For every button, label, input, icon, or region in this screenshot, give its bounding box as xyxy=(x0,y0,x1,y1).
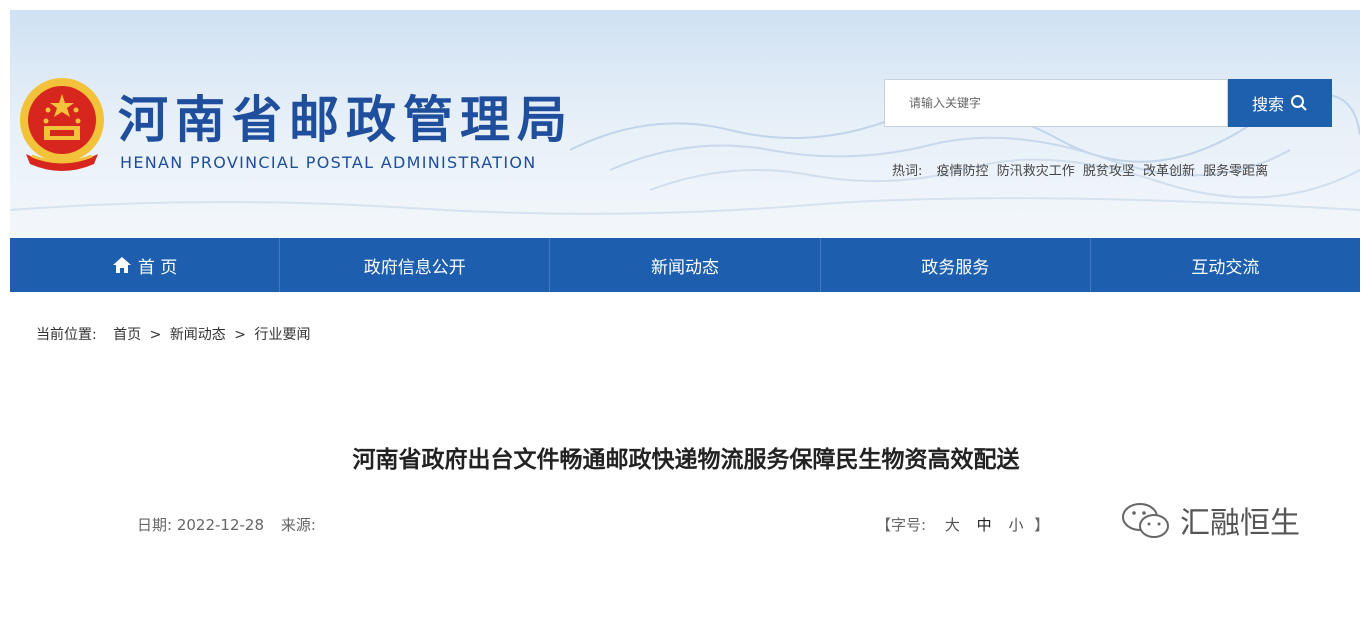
article-title: 河南省政府出台文件畅通邮政快递物流服务保障民生物资高效配送 xyxy=(352,447,1020,473)
source-label: 来源: xyxy=(280,516,316,534)
search-input[interactable] xyxy=(885,80,1227,126)
font-size-large[interactable]: 大 xyxy=(945,516,960,534)
breadcrumb: 当前位置: 首页 > 新闻动态 > 行业要闻 xyxy=(36,324,314,344)
watermark: 汇融恒生 xyxy=(1118,498,1300,542)
home-icon xyxy=(112,257,131,273)
font-size-open: 【字号: xyxy=(876,516,927,534)
search-button[interactable]: 搜索 xyxy=(1228,79,1332,127)
hotword-link[interactable]: 疫情防控 xyxy=(937,164,989,179)
nav-item-gov-info[interactable]: 政府信息公开 xyxy=(280,238,551,292)
wechat-icon xyxy=(1122,503,1169,538)
font-size-close: 】 xyxy=(1034,516,1050,534)
hotword-link[interactable]: 服务零距离 xyxy=(1203,164,1268,179)
site-title: 河南省邮政管理局 xyxy=(118,90,574,149)
hotword-link[interactable]: 改革创新 xyxy=(1143,164,1195,179)
article-meta: 日期: 2022-12-28 来源: xyxy=(137,514,316,535)
nav-item-home[interactable]: 首 页 xyxy=(10,238,281,292)
breadcrumb-prefix: 当前位置: xyxy=(36,327,97,343)
national-emblem-icon xyxy=(16,76,108,176)
nav-item-label: 政务服务 xyxy=(921,257,990,278)
nav-item-label: 政府信息公开 xyxy=(363,257,466,278)
font-size-control: 【字号: 大 中 小 】 xyxy=(876,514,1049,535)
font-size-small[interactable]: 小 xyxy=(1008,516,1023,534)
font-size-medium[interactable]: 中 xyxy=(977,516,992,534)
search-icon xyxy=(1291,95,1307,111)
search-button-label: 搜索 xyxy=(1251,95,1284,114)
site-header: 河南省邮政管理局 HENAN PROVINCIAL POSTAL ADMINIS… xyxy=(10,10,1360,238)
breadcrumb-separator: > xyxy=(149,327,162,343)
nav-item-label: 首 页 xyxy=(137,257,178,278)
main-nav: 首 页 政府信息公开 新闻动态 政务服务 互动交流 xyxy=(10,238,1360,292)
hotwords-label: 热词: xyxy=(892,164,923,179)
nav-item-label: 新闻动态 xyxy=(651,257,719,278)
nav-item-news[interactable]: 新闻动态 xyxy=(550,238,821,292)
hotword-link[interactable]: 防汛救灾工作 xyxy=(997,164,1075,179)
breadcrumb-separator: > xyxy=(234,327,246,343)
nav-item-label: 互动交流 xyxy=(1191,257,1260,278)
breadcrumb-link-home[interactable]: 首页 xyxy=(113,327,141,343)
date-label: 日期: xyxy=(137,516,173,534)
breadcrumb-link-news[interactable]: 新闻动态 xyxy=(170,327,226,343)
breadcrumb-link-industry[interactable]: 行业要闻 xyxy=(254,327,310,343)
hotwords: 热词: 疫情防控 防汛救灾工作 脱贫攻坚 改革创新 服务零距离 xyxy=(892,160,1272,179)
article-date: 2022-12-28 xyxy=(176,516,265,534)
watermark-text: 汇融恒生 xyxy=(1180,506,1300,541)
nav-item-services[interactable]: 政务服务 xyxy=(821,238,1091,292)
hotword-link[interactable]: 脱贫攻坚 xyxy=(1083,164,1135,179)
site-subtitle-en: HENAN PROVINCIAL POSTAL ADMINISTRATION xyxy=(120,153,537,172)
search-box xyxy=(884,79,1228,127)
nav-item-interaction[interactable]: 互动交流 xyxy=(1091,238,1360,292)
